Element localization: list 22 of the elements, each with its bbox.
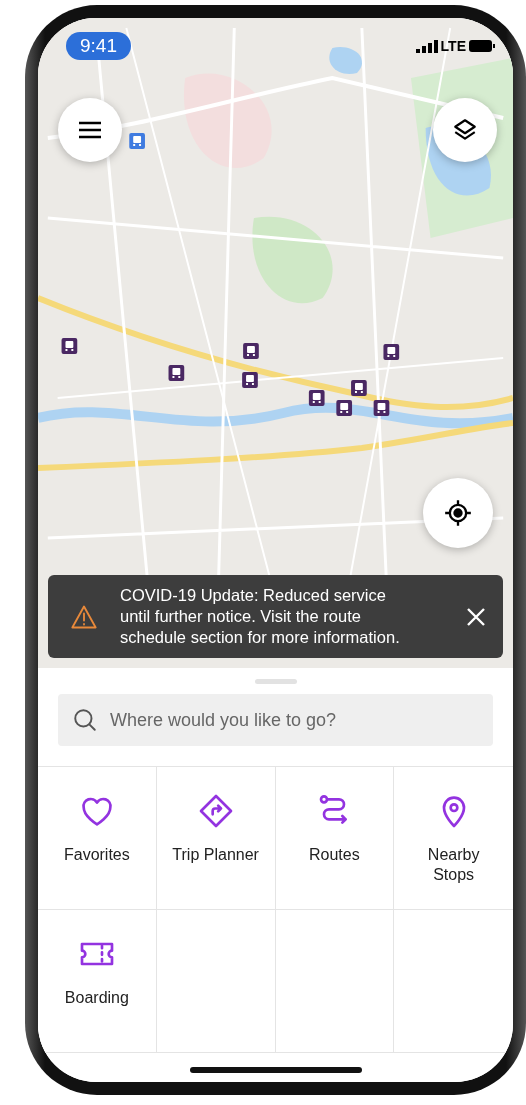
sheet-handle[interactable]	[254, 679, 297, 684]
warning-icon	[70, 603, 98, 630]
layers-icon	[452, 117, 478, 143]
bus-stop-icon[interactable]	[336, 400, 353, 416]
menu-tile[interactable]: Boarding	[38, 910, 157, 1053]
menu-tile[interactable]: Trip Planner	[156, 767, 276, 910]
pond	[329, 47, 363, 74]
close-icon	[465, 605, 487, 628]
bus-stop-icon[interactable]	[351, 380, 367, 396]
bus-stop-icon[interactable]	[242, 372, 258, 388]
alert-message: COVID-19 Update: Reduced service until further notice. Visit the route schedule section for more information.	[120, 585, 401, 648]
bus-stop-icon[interactable]	[243, 343, 259, 359]
crosshair-icon	[444, 499, 472, 527]
signal-icon	[415, 39, 438, 53]
status-time: 9:41	[66, 32, 131, 60]
search-field[interactable]: Where would you like to go?	[58, 694, 493, 746]
battery-icon	[469, 40, 495, 52]
menu-icon	[77, 120, 103, 140]
bus-stop-icon[interactable]	[383, 344, 400, 360]
menu-tile[interactable]: Favorites	[38, 767, 157, 910]
network-label: LTE	[440, 38, 466, 54]
menu-tile[interactable]: Routes	[275, 767, 395, 910]
